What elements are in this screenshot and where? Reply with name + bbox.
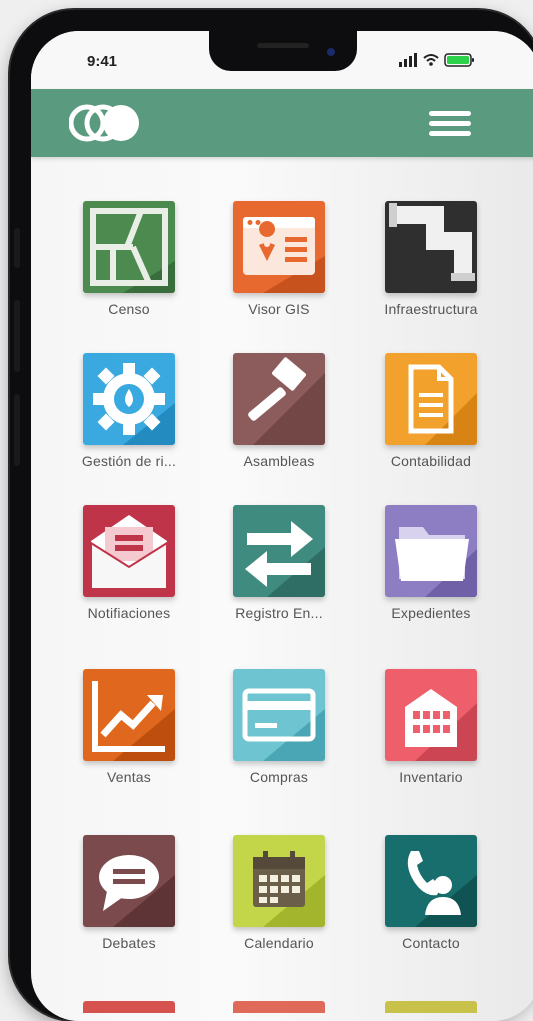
app-bar	[31, 89, 533, 157]
tile-asambleas[interactable]: Asambleas	[201, 353, 351, 493]
tile-contabilidad[interactable]: Contabilidad	[353, 353, 503, 493]
speaker	[257, 43, 309, 48]
document-icon	[385, 353, 477, 445]
tile-label: Contabilidad	[390, 453, 472, 469]
census-map-icon	[83, 201, 175, 293]
battery-icon	[444, 53, 474, 67]
camera	[327, 48, 335, 56]
volume-down-button	[14, 394, 20, 466]
status-bar: 9:41	[31, 31, 533, 89]
phone-contact-icon	[385, 835, 477, 927]
tile-visor-gis[interactable]: Visor GIS	[201, 201, 351, 341]
phone-frame: 9:41 Censo Visor GIS Infraestructura Ges…	[10, 10, 533, 1021]
tile-label: Expedientes	[391, 605, 471, 621]
calendar-icon	[233, 835, 325, 927]
tile-partial	[385, 1001, 477, 1013]
tile-label: Ventas	[106, 769, 151, 785]
tile-label: Gestión de ri...	[81, 453, 177, 469]
tile-registro-entrada[interactable]: Registro En...	[201, 505, 351, 645]
gavel-icon	[233, 353, 325, 445]
tile-label: Calendario	[244, 935, 314, 951]
folder-icon	[385, 505, 477, 597]
wifi-icon	[423, 54, 439, 62]
warehouse-icon	[385, 669, 477, 761]
tile-partial	[233, 1001, 325, 1013]
pipes-icon	[385, 201, 477, 293]
tile-notificaciones[interactable]: Notifiaciones	[51, 505, 201, 645]
credit-card-icon	[233, 669, 325, 761]
tile-gestion-riego[interactable]: Gestión de ri...	[51, 353, 201, 493]
tile-label: Debates	[102, 935, 156, 951]
tile-label: Compras	[249, 769, 309, 785]
volume-up-button	[14, 300, 20, 372]
status-time: 9:41	[87, 53, 118, 70]
signal-icon	[399, 53, 417, 67]
tile-debates[interactable]: Debates	[51, 835, 201, 975]
tile-label: Contacto	[402, 935, 460, 951]
envelope-icon	[83, 505, 175, 597]
screen: 9:41 Censo Visor GIS Infraestructura Ges…	[31, 31, 533, 1021]
tile-label: Infraestructura	[384, 301, 478, 317]
tile-contacto[interactable]: Contacto	[353, 835, 503, 975]
exchange-arrows-icon	[233, 505, 325, 597]
tile-inventario[interactable]: Inventario	[353, 669, 503, 809]
tile-compras[interactable]: Compras	[201, 669, 351, 809]
tile-infraestructura[interactable]: Infraestructura	[353, 201, 503, 341]
hamburger-menu-icon[interactable]	[429, 109, 473, 139]
tile-partial	[83, 1001, 175, 1013]
status-icons	[399, 53, 474, 67]
tile-censo[interactable]: Censo	[51, 201, 201, 341]
tile-label: Asambleas	[243, 453, 315, 469]
app-logo	[69, 104, 139, 142]
tile-label: Notifiaciones	[87, 605, 171, 621]
chat-bubble-icon	[83, 835, 175, 927]
tile-label: Inventario	[399, 769, 463, 785]
tile-calendario[interactable]: Calendario	[201, 835, 351, 975]
tile-ventas[interactable]: Ventas	[51, 669, 201, 809]
tile-label: Visor GIS	[248, 301, 310, 317]
water-gear-icon	[83, 353, 175, 445]
tile-label: Registro En...	[235, 605, 323, 621]
tile-expedientes[interactable]: Expedientes	[353, 505, 503, 645]
mute-switch	[14, 228, 20, 268]
sales-chart-icon	[83, 669, 175, 761]
tile-label: Censo	[108, 301, 150, 317]
gis-viewer-icon	[233, 201, 325, 293]
